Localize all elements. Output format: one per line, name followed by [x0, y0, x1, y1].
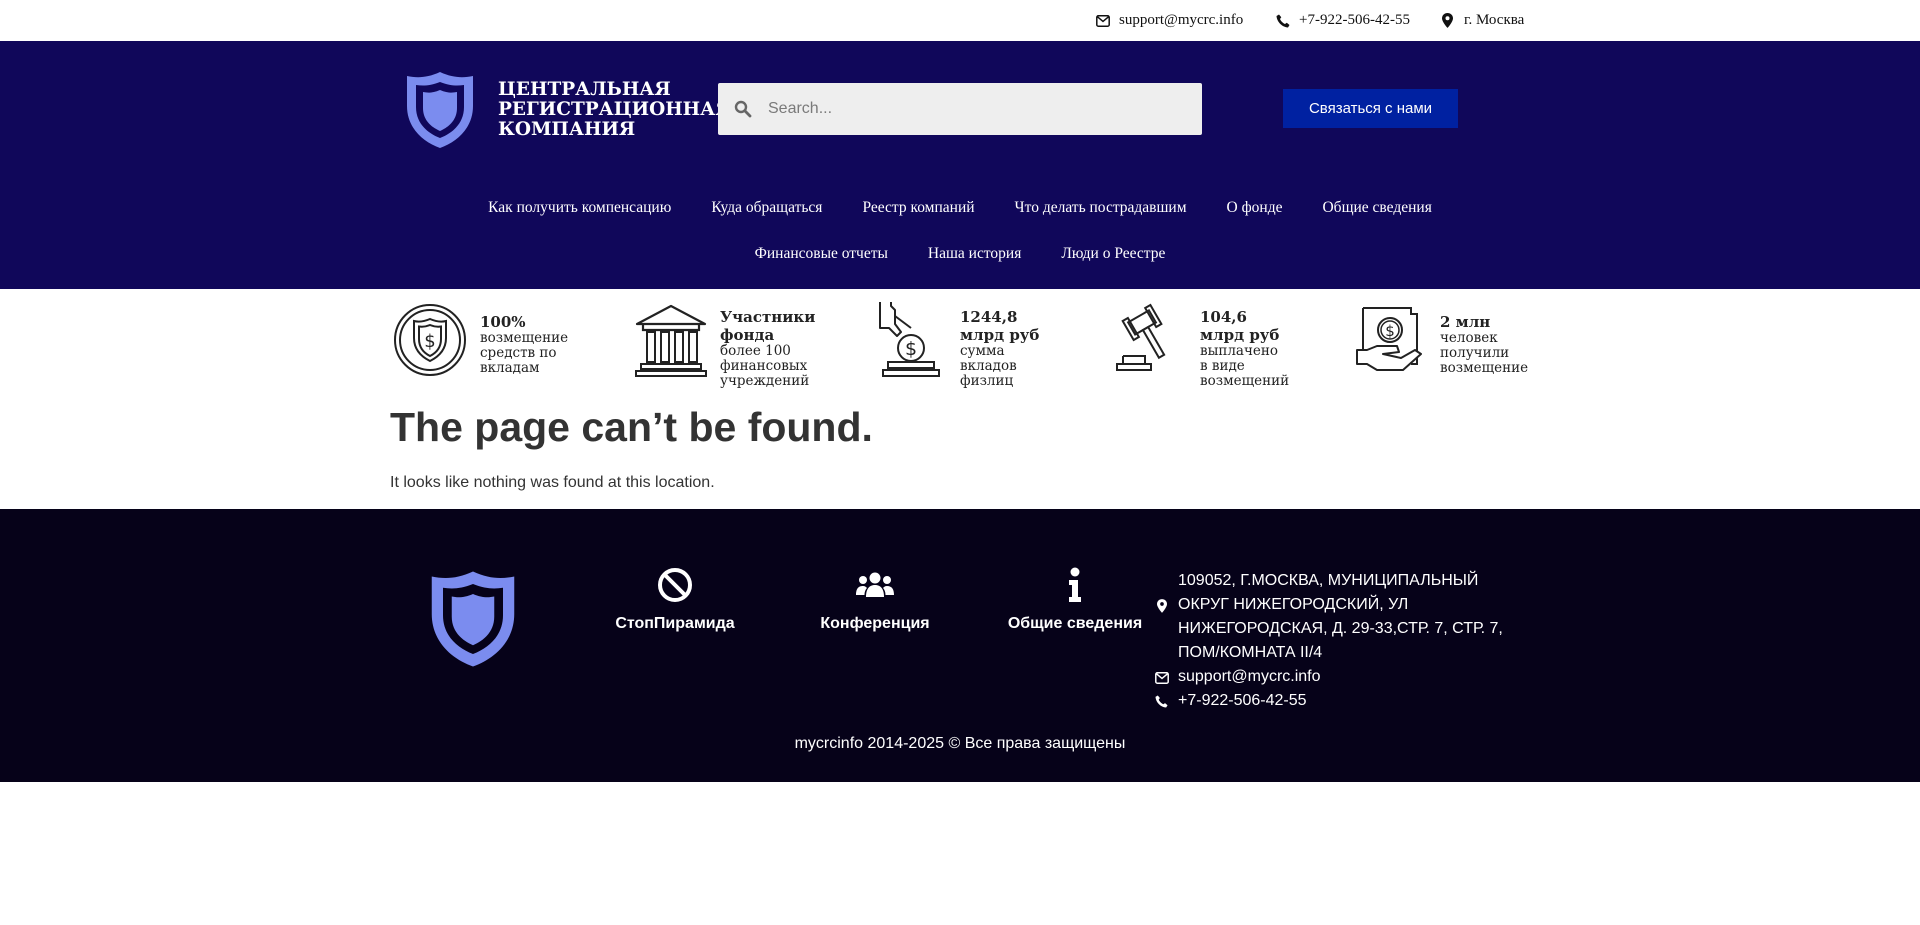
- contact-us-button[interactable]: Связаться с нами: [1283, 89, 1458, 128]
- envelope-icon: [1095, 13, 1110, 28]
- stat-line: человек: [1440, 330, 1498, 346]
- page-title: The page can’t be found.: [390, 404, 873, 450]
- main-nav-row-2: Финансовые отчеты Наша история Люди о Ре…: [0, 245, 1920, 263]
- stat-text: 2 млн человек получили возмещение: [1440, 310, 1528, 376]
- stat-line: возмещений: [1200, 373, 1290, 389]
- hand-coin-icon: $: [873, 302, 949, 378]
- footer-shield-logo-icon[interactable]: [428, 569, 518, 669]
- topbar-location-link[interactable]: г. Москва: [1440, 0, 1524, 41]
- search-icon[interactable]: [734, 100, 752, 118]
- stat-line: более 100: [720, 343, 791, 359]
- stat-title: 1244,8 млрд руб: [960, 308, 1040, 344]
- main-nav-row-1: Как получить компенсацию Куда обращаться…: [0, 199, 1920, 217]
- footer-link-label: Конференция: [820, 615, 930, 632]
- gavel-icon: [1113, 302, 1189, 378]
- stat-line: вкладов: [960, 358, 1017, 374]
- stat-line: возмещение: [480, 330, 569, 346]
- brand-name[interactable]: ЦЕНТРАЛЬНАЯ РЕГИСТРАЦИОННАЯ КОМПАНИЯ: [498, 79, 732, 140]
- nav-item-our-history[interactable]: Наша история: [908, 245, 1041, 263]
- nav-item-about-fund[interactable]: О фонде: [1207, 199, 1303, 217]
- stat-line: возмещение: [1440, 360, 1529, 376]
- nav-item-where-to-apply[interactable]: Куда обращаться: [691, 199, 842, 217]
- not-found-message: It looks like nothing was found at this …: [390, 474, 715, 491]
- svg-text:$: $: [1385, 322, 1395, 340]
- stat-title: 2 млн: [1440, 313, 1491, 331]
- footer-contacts: 109052, г.Москва, муниципальный округ Ни…: [1154, 569, 1514, 713]
- site-footer: СтопПирамида Конференция Общие сведения …: [0, 509, 1920, 782]
- nav-item-victims[interactable]: Что делать пострадавшим: [995, 199, 1207, 217]
- site-header: ЦЕНТРАЛЬНАЯ РЕГИСТРАЦИОННАЯ КОМПАНИЯ Свя…: [0, 41, 1920, 289]
- stat-title: 104,6 млрд руб: [1200, 308, 1280, 344]
- stat-text: 1244,8 млрд руб сумма вкладов физлиц: [960, 308, 1050, 389]
- stat-line: вкладам: [480, 360, 540, 376]
- envelope-icon: [1154, 670, 1169, 685]
- footer-link-general-info[interactable]: Общие сведения: [990, 565, 1160, 633]
- brand-line-1: ЦЕНТРАЛЬНАЯ: [498, 79, 671, 100]
- footer-phone-text: +7-922-506-42-55: [1178, 692, 1307, 709]
- shield-dollar-icon: $: [393, 302, 469, 378]
- topbar-phone-link[interactable]: +7-922-506-42-55: [1275, 0, 1410, 41]
- hand-money-icon: $: [1353, 302, 1429, 378]
- stat-line: физлиц: [960, 373, 1014, 389]
- nav-item-compensation[interactable]: Как получить компенсацию: [468, 199, 691, 217]
- footer-address-text: 109052, г.Москва, муниципальный округ Ни…: [1178, 572, 1503, 661]
- footer-link-label: Общие сведения: [1007, 615, 1143, 632]
- stat-text: 104,6 млрд руб выплачено в виде возмещен…: [1200, 308, 1295, 389]
- nav-item-financial-reports[interactable]: Финансовые отчеты: [735, 245, 908, 263]
- nav-item-testimonials[interactable]: Люди о Реестре: [1041, 245, 1185, 263]
- topbar-email-text: support@mycrc.info: [1119, 12, 1244, 28]
- brand-line-3: КОМПАНИЯ: [498, 119, 636, 140]
- map-marker-icon: [1440, 13, 1455, 28]
- footer-address: 109052, г.Москва, муниципальный округ Ни…: [1154, 569, 1514, 665]
- stat-text: 100% возмещение средств по вкладам: [480, 310, 568, 376]
- top-bar: support@mycrc.info +7-922-506-42-55 г. М…: [0, 0, 1920, 41]
- stat-text: Участники фонда более 100 финансовых учр…: [720, 308, 830, 389]
- nav-item-general-info[interactable]: Общие сведения: [1302, 199, 1451, 217]
- stat-line: в виде: [1200, 358, 1245, 374]
- footer-phone-link[interactable]: +7-922-506-42-55: [1154, 689, 1514, 713]
- stat-line: выплачено: [1200, 343, 1279, 359]
- stat-title: 100%: [480, 313, 526, 331]
- footer-email-link[interactable]: support@mycrc.info: [1154, 665, 1514, 689]
- footer-email-text: support@mycrc.info: [1178, 668, 1321, 685]
- phone-icon: [1275, 13, 1290, 28]
- stat-title: Участники фонда: [720, 308, 816, 344]
- info-icon: [990, 565, 1160, 605]
- stat-line: финансовых: [720, 358, 808, 374]
- topbar-city-text: г. Москва: [1464, 12, 1525, 28]
- topbar-phone-text: +7-922-506-42-55: [1299, 12, 1410, 28]
- search-input[interactable]: [768, 83, 1188, 135]
- stat-line: средств по: [480, 345, 557, 361]
- brand-line-2: РЕГИСТРАЦИОННАЯ: [498, 99, 732, 120]
- footer-link-conference[interactable]: Конференция: [790, 565, 960, 633]
- ban-icon: [590, 565, 760, 605]
- footer-link-stop-pyramid[interactable]: СтопПирамида: [590, 565, 760, 633]
- svg-text:$: $: [905, 338, 917, 360]
- nav-item-company-registry[interactable]: Реестр компаний: [842, 199, 994, 217]
- stat-line: сумма: [960, 343, 1005, 359]
- stat-line: получили: [1440, 345, 1510, 361]
- copyright: mycrcinfo 2014-2025 © Все права защищены: [794, 735, 1126, 752]
- bank-building-icon: [633, 302, 709, 378]
- svg-text:$: $: [424, 331, 435, 352]
- shield-logo-icon[interactable]: [405, 70, 475, 150]
- footer-link-label: СтопПирамида: [615, 615, 735, 632]
- stat-line: учреждений: [720, 373, 810, 389]
- map-marker-icon: [1154, 598, 1169, 613]
- phone-icon: [1154, 694, 1169, 709]
- users-icon: [790, 565, 960, 605]
- search-box: [718, 83, 1202, 135]
- topbar-email-link[interactable]: support@mycrc.info: [1095, 0, 1243, 41]
